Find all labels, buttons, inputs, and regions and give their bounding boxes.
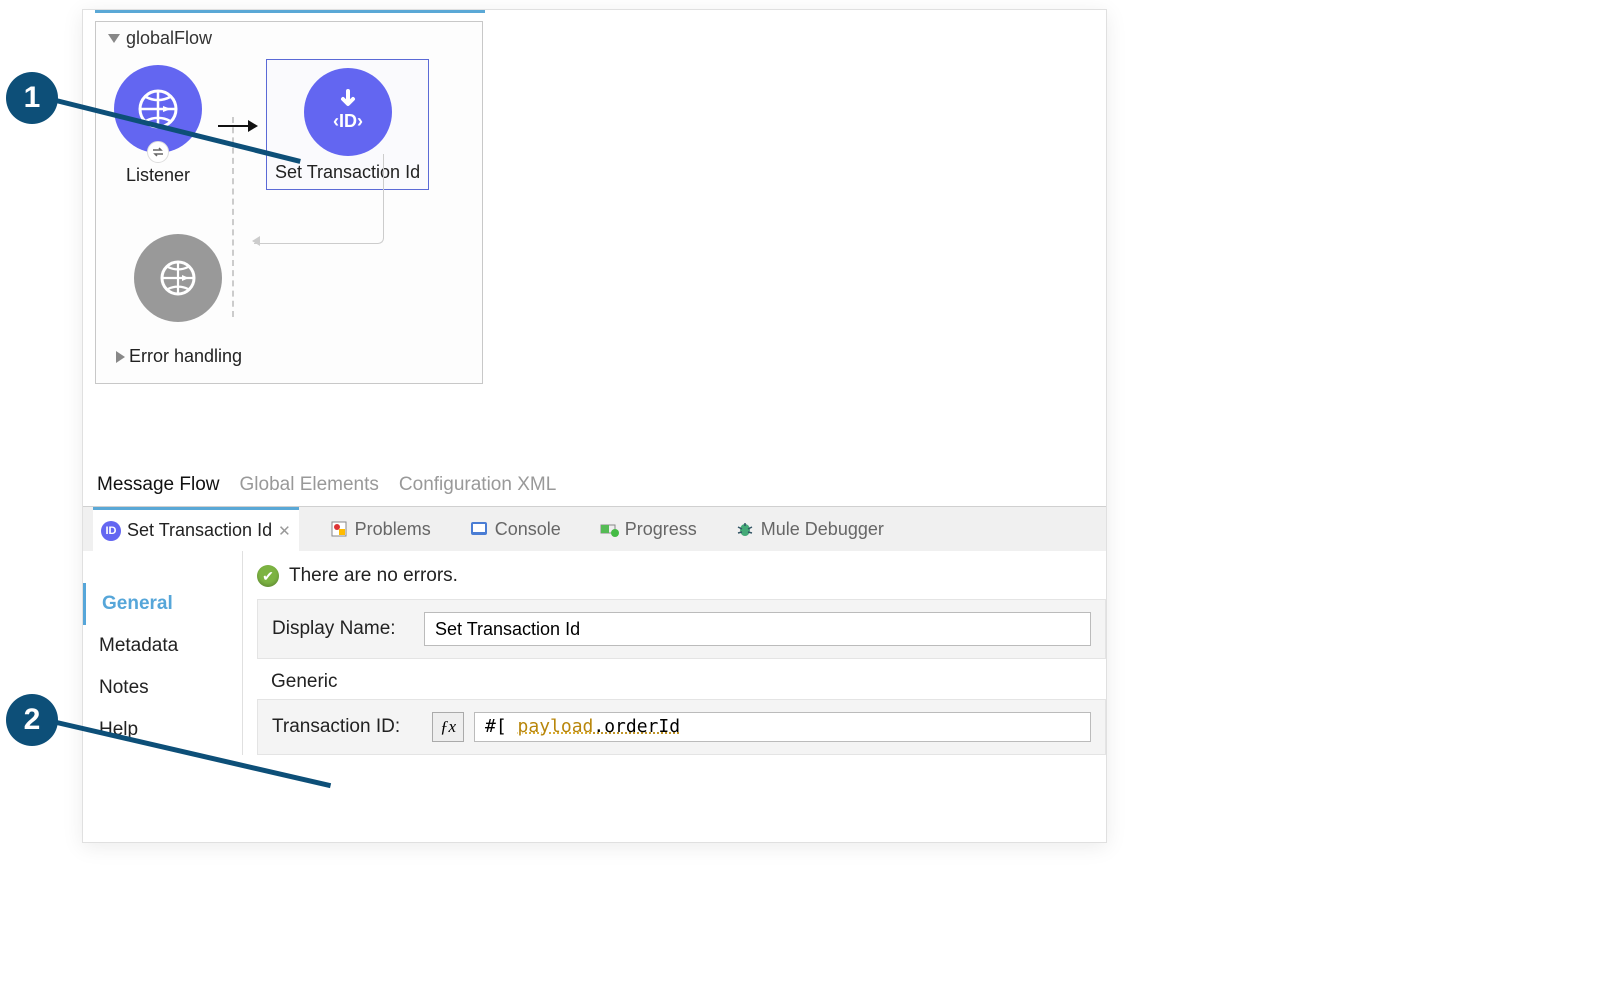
expr-prefix: #[ bbox=[485, 716, 518, 737]
error-handling-label: Error handling bbox=[129, 346, 242, 367]
status-row: ✔ There are no errors. bbox=[257, 563, 1106, 599]
listener-icon-circle bbox=[114, 65, 202, 153]
properties-area: General Metadata Notes Help ✔ There are … bbox=[83, 551, 1106, 755]
properties-sidenav: General Metadata Notes Help bbox=[83, 551, 243, 755]
tab-debugger-label: Mule Debugger bbox=[761, 519, 884, 540]
return-arrow-icon bbox=[252, 236, 260, 246]
callout-badge-2: 2 bbox=[6, 694, 58, 746]
bug-icon bbox=[735, 519, 755, 539]
flow-row-response bbox=[104, 194, 474, 332]
flow-arrow bbox=[218, 120, 258, 132]
expand-icon[interactable] bbox=[116, 351, 125, 363]
tab-global-elements[interactable]: Global Elements bbox=[240, 474, 379, 496]
globe-arrow-gray-icon bbox=[154, 254, 202, 302]
sidenav-general[interactable]: General bbox=[83, 583, 242, 625]
sidenav-notes[interactable]: Notes bbox=[83, 667, 242, 709]
bottom-panel: ID Set Transaction Id ✕ Problems Console bbox=[83, 506, 1106, 755]
transaction-id-label: Transaction ID: bbox=[272, 716, 422, 738]
svg-text:‹ID›: ‹ID› bbox=[333, 111, 363, 131]
tab-problems-label: Problems bbox=[355, 519, 431, 540]
tab-console[interactable]: Console bbox=[461, 507, 569, 551]
properties-content: ✔ There are no errors. Display Name: Gen… bbox=[243, 551, 1106, 755]
display-name-label: Display Name: bbox=[272, 618, 412, 640]
display-name-input[interactable] bbox=[424, 612, 1091, 646]
tab-progress[interactable]: Progress bbox=[591, 507, 705, 551]
expr-payload: payload bbox=[518, 716, 594, 737]
check-icon: ✔ bbox=[257, 565, 279, 587]
expr-rest: .orderId bbox=[593, 716, 680, 737]
flow-header[interactable]: globalFlow bbox=[104, 26, 474, 57]
transaction-id-group: Transaction ID: ƒx #[ payload.orderId bbox=[257, 699, 1106, 755]
fx-button[interactable]: ƒx bbox=[432, 712, 464, 742]
display-name-group: Display Name: bbox=[257, 599, 1106, 659]
exchange-badge-icon bbox=[147, 141, 169, 163]
top-border-accent bbox=[95, 10, 485, 13]
tab-problems[interactable]: Problems bbox=[321, 507, 439, 551]
error-handling-section[interactable]: Error handling bbox=[104, 332, 474, 373]
settx-icon-circle: ‹ID› bbox=[304, 68, 392, 156]
response-node[interactable] bbox=[134, 234, 222, 322]
console-icon bbox=[469, 519, 489, 539]
listener-label: Listener bbox=[126, 165, 190, 186]
id-badge-icon: ID bbox=[101, 521, 121, 541]
callout-badge-1: 1 bbox=[6, 72, 58, 124]
down-id-icon: ‹ID› bbox=[321, 85, 375, 139]
close-icon[interactable]: ✕ bbox=[278, 522, 291, 540]
progress-icon bbox=[599, 519, 619, 539]
return-connector bbox=[254, 154, 384, 244]
tab-set-transaction-id[interactable]: ID Set Transaction Id ✕ bbox=[93, 507, 299, 551]
collapse-icon[interactable] bbox=[108, 34, 120, 43]
tab-progress-label: Progress bbox=[625, 519, 697, 540]
tab-configuration-xml[interactable]: Configuration XML bbox=[399, 474, 556, 496]
status-text: There are no errors. bbox=[289, 565, 458, 587]
flow-name: globalFlow bbox=[126, 28, 212, 49]
bottom-tab-bar: ID Set Transaction Id ✕ Problems Console bbox=[83, 507, 1106, 551]
tab-settx-label: Set Transaction Id bbox=[127, 520, 272, 541]
problems-icon bbox=[329, 519, 349, 539]
tab-console-label: Console bbox=[495, 519, 561, 540]
tab-message-flow[interactable]: Message Flow bbox=[97, 474, 220, 496]
editor-view-tabs: Message Flow Global Elements Configurati… bbox=[83, 464, 1106, 506]
response-icon-circle bbox=[134, 234, 222, 322]
main-panel: globalFlow Listener bbox=[82, 9, 1107, 843]
generic-section-label: Generic bbox=[271, 671, 1106, 693]
tab-mule-debugger[interactable]: Mule Debugger bbox=[727, 507, 892, 551]
transaction-id-input[interactable]: #[ payload.orderId bbox=[474, 712, 1091, 742]
sidenav-metadata[interactable]: Metadata bbox=[83, 625, 242, 667]
flow-container: globalFlow Listener bbox=[95, 21, 483, 384]
